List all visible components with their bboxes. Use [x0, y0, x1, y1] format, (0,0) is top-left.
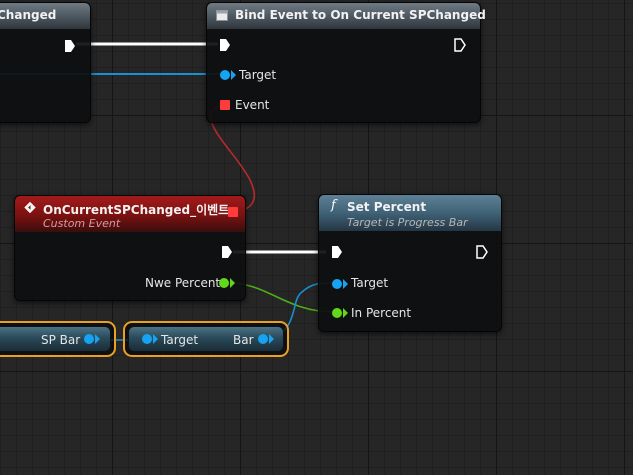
bar-output-pin-arrow — [269, 334, 274, 344]
custom-event-node[interactable]: OnCurrentSPChanged_이벤트 Custom Event Nwe … — [14, 195, 246, 301]
set-percent-node[interactable]: f Set Percent Target is Progress Bar Tar… — [318, 194, 502, 332]
custom-event-node-title: OnCurrentSPChanged_이벤트 — [43, 203, 230, 217]
exec-in-pin[interactable] — [331, 245, 343, 259]
event-pin-label: Event — [235, 98, 270, 112]
exec-in-pin[interactable] — [219, 38, 231, 52]
custom-event-node-header: OnCurrentSPChanged_이벤트 Custom Event — [15, 196, 245, 232]
nwe-percent-pin[interactable] — [219, 278, 229, 288]
exec-out-pin[interactable] — [64, 39, 76, 53]
in-percent-pin[interactable] — [332, 308, 342, 318]
delegate-icon[interactable] — [220, 100, 230, 110]
sp-bar-output-pin[interactable] — [84, 334, 94, 344]
exec-out-pin[interactable] — [454, 38, 466, 52]
left-partial-node-header: Changed — [0, 3, 90, 29]
target-pin[interactable] — [332, 279, 342, 289]
bind-event-node-header: Bind Event to On Current SPChanged — [207, 3, 486, 29]
delegate-out-icon[interactable] — [228, 207, 238, 217]
sp-bar-variable-label: SP Bar — [41, 333, 81, 347]
custom-event-icon — [24, 202, 36, 213]
bind-event-node[interactable]: Bind Event to On Current SPChanged Targe… — [206, 2, 486, 123]
set-percent-node-subtitle: Target is Progress Bar — [347, 216, 468, 229]
target-pin[interactable] — [142, 334, 152, 344]
target-pin-arrow — [153, 334, 158, 344]
left-partial-node-title: Changed — [0, 8, 57, 22]
sp-bar-variable-node[interactable]: SP Bar — [0, 321, 116, 357]
set-percent-node-title: Set Percent — [347, 200, 427, 214]
target-pin[interactable] — [220, 70, 230, 80]
target-pin-label: Target — [351, 276, 389, 290]
sp-bar-output-pin-arrow — [95, 334, 100, 344]
function-f-icon: f — [331, 198, 336, 213]
left-partial-node[interactable]: Changed — [0, 2, 91, 123]
function-node-icon — [216, 10, 228, 21]
bar-getter-node[interactable]: Target Bar — [123, 321, 289, 357]
target-pin-label: Target — [239, 68, 277, 82]
nwe-percent-pin-label: Nwe Percent — [145, 276, 221, 290]
bind-event-node-title: Bind Event to On Current SPChanged — [235, 8, 486, 22]
bar-output-pin[interactable] — [258, 334, 268, 344]
bar-output-label: Bar — [233, 333, 254, 347]
nwe-percent-pin-arrow — [230, 278, 235, 288]
target-pin-label: Target — [161, 333, 199, 347]
exec-out-pin[interactable] — [221, 245, 233, 259]
in-percent-pin-arrow — [343, 308, 348, 318]
custom-event-node-subtitle: Custom Event — [43, 217, 121, 230]
set-percent-node-header: f Set Percent Target is Progress Bar — [319, 195, 501, 231]
target-pin-arrow — [231, 70, 236, 80]
in-percent-pin-label: In Percent — [351, 306, 412, 320]
target-pin-arrow — [343, 279, 348, 289]
exec-out-pin[interactable] — [476, 245, 488, 259]
